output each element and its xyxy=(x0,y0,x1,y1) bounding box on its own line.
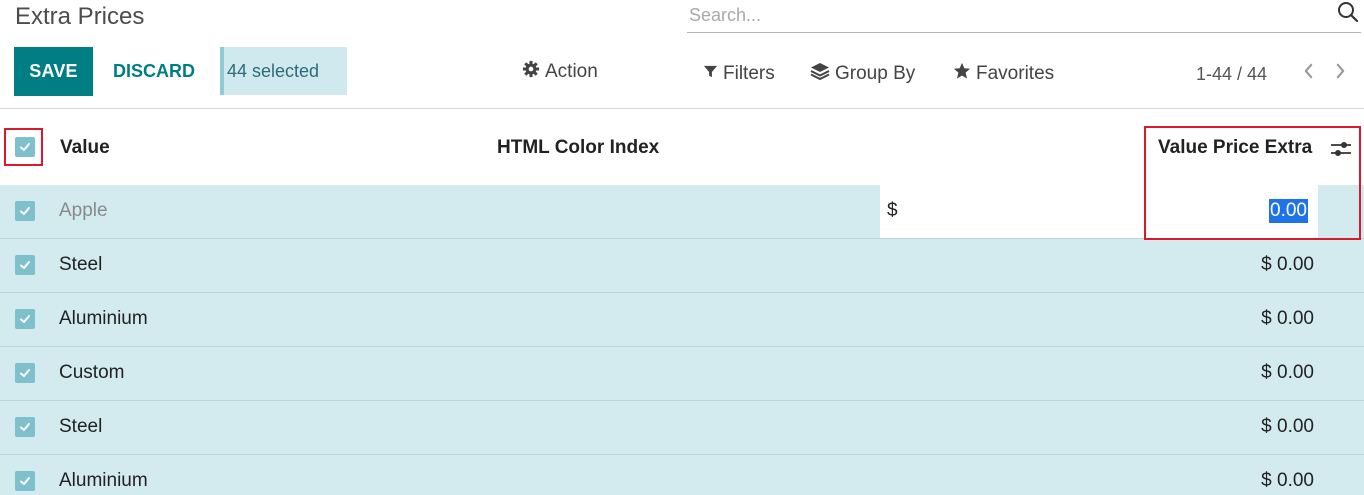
table-row[interactable]: Aluminium $ 0.00 xyxy=(0,293,1364,347)
favorites-label: Favorites xyxy=(976,63,1055,84)
table-row[interactable]: Aluminium $ 0.00 xyxy=(0,455,1364,495)
currency-symbol: $ xyxy=(887,200,898,221)
star-icon xyxy=(953,62,971,86)
search-bar xyxy=(687,0,1361,33)
gear-icon xyxy=(522,60,540,84)
cell-value: Steel xyxy=(59,254,103,275)
cell-value: Custom xyxy=(59,362,125,383)
search-icon[interactable] xyxy=(1337,1,1359,23)
table-row[interactable]: Steel $ 0.00 xyxy=(0,401,1364,455)
pager-value[interactable]: 1-44 / 44 xyxy=(1196,61,1267,87)
cell-price-extra: $ 0.00 xyxy=(1261,470,1314,491)
cell-value: Steel xyxy=(59,416,103,437)
discard-button[interactable]: DISCARD xyxy=(100,47,208,96)
table-row[interactable]: Steel $ 0.00 xyxy=(0,239,1364,293)
row-checkbox[interactable] xyxy=(15,417,35,437)
check-icon xyxy=(20,207,30,215)
check-icon xyxy=(20,477,30,485)
filters-label: Filters xyxy=(723,63,775,84)
filters-dropdown[interactable]: Filters xyxy=(703,61,775,87)
column-header-value-price-extra[interactable]: Value Price Extra xyxy=(1158,137,1312,159)
column-header-html-color-index[interactable]: HTML Color Index xyxy=(497,137,659,159)
layers-icon xyxy=(810,62,830,86)
cell-price-extra: $ 0.00 xyxy=(1261,254,1314,275)
list-body: Apple $ 0.00 Steel $ 0.00 Aluminium $ 0.… xyxy=(0,185,1364,495)
cell-price-extra: $ 0.00 xyxy=(1261,362,1314,383)
filter-icon xyxy=(703,63,718,85)
check-icon xyxy=(20,261,30,269)
cell-price-extra: $ 0.00 xyxy=(1261,416,1314,437)
check-icon xyxy=(20,315,30,323)
search-input[interactable] xyxy=(689,2,1309,28)
table-row-editing[interactable]: Apple $ 0.00 xyxy=(0,185,1364,239)
action-dropdown[interactable]: Action xyxy=(522,59,598,85)
row-checkbox[interactable] xyxy=(15,471,35,491)
save-button[interactable]: SAVE xyxy=(14,47,93,96)
cell-value: Apple xyxy=(59,200,108,221)
price-extra-input[interactable]: 0.00 xyxy=(1269,199,1308,223)
action-label: Action xyxy=(545,61,598,82)
row-checkbox[interactable] xyxy=(15,363,35,383)
favorites-dropdown[interactable]: Favorites xyxy=(953,61,1054,87)
optional-columns-toggle[interactable] xyxy=(1329,138,1353,160)
check-icon xyxy=(20,143,30,151)
row-checkbox[interactable] xyxy=(15,201,35,221)
cell-value: Aluminium xyxy=(59,308,148,329)
odoo-list-view: Extra Prices SAVE DISCARD 44 selected xyxy=(0,0,1364,495)
pager-previous-button[interactable] xyxy=(1298,61,1318,85)
row-checkbox[interactable] xyxy=(15,309,35,329)
page-title: Extra Prices xyxy=(15,3,145,30)
select-all-checkbox[interactable] xyxy=(15,137,35,157)
price-extra-field[interactable]: $ 0.00 xyxy=(880,185,1318,238)
row-checkbox[interactable] xyxy=(15,255,35,275)
chevron-left-icon xyxy=(1303,63,1314,84)
groupby-label: Group By xyxy=(835,63,916,84)
check-icon xyxy=(20,423,30,431)
sliders-icon xyxy=(1331,142,1351,156)
pager-next-button[interactable] xyxy=(1330,61,1350,85)
table-row[interactable]: Custom $ 0.00 xyxy=(0,347,1364,401)
cell-value: Aluminium xyxy=(59,470,148,491)
groupby-dropdown[interactable]: Group By xyxy=(810,61,915,87)
column-header-value[interactable]: Value xyxy=(60,137,110,159)
check-icon xyxy=(20,369,30,377)
list-header: Value HTML Color Index Value Price Extra xyxy=(0,109,1364,185)
chevron-right-icon xyxy=(1335,63,1346,84)
selection-counter: 44 selected xyxy=(220,47,347,95)
cell-price-extra: $ 0.00 xyxy=(1261,308,1314,329)
